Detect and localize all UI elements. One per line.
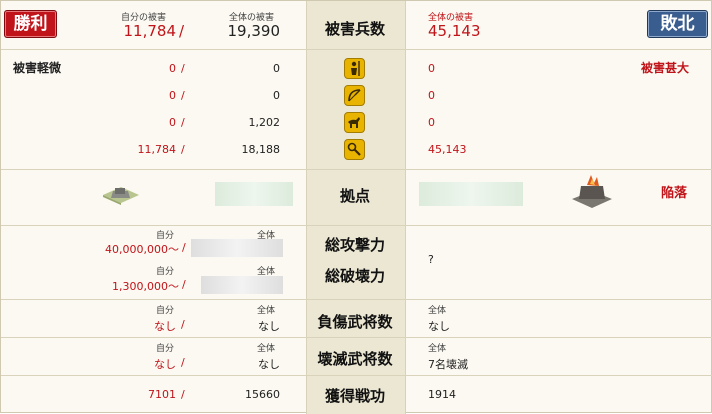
own-merit-value: 7101 — [148, 388, 176, 401]
damage-own: 11,784 — [137, 143, 177, 156]
slash: / — [181, 62, 185, 75]
own-annihilated-value: なし — [154, 358, 176, 371]
own-destroy-value: 1,300,000～ — [112, 280, 179, 293]
cavalry-icon — [344, 112, 365, 133]
archer-icon — [344, 85, 365, 106]
total-wounded-value: なし — [258, 320, 280, 333]
base-title: 拠点 — [339, 187, 370, 205]
divider — [1, 375, 712, 376]
divider — [1, 299, 712, 300]
left-status: 被害軽微 — [13, 61, 62, 75]
slash: / — [182, 278, 186, 291]
slash: / — [181, 116, 185, 129]
damage-own: 0 — [169, 62, 176, 75]
enemy-attack-value: ? — [428, 253, 434, 266]
own-label: 自分 — [156, 267, 175, 277]
divider — [1, 225, 712, 226]
own-castle-icon — [100, 184, 142, 208]
damage-title: 被害兵数 — [324, 20, 385, 38]
total-merit-value: 15660 — [245, 388, 280, 401]
slash: / — [181, 388, 185, 401]
damage-own: 0 — [169, 89, 176, 102]
merit-title: 獲得戦功 — [324, 387, 385, 405]
damage-own: 0 — [169, 116, 176, 129]
total-destroy-value — [201, 276, 283, 294]
divider — [1, 49, 712, 50]
divider — [1, 337, 712, 338]
enemy-annihilated-value: 7名壊滅 — [428, 358, 468, 371]
own-label: 自分 — [156, 231, 175, 241]
fallen-status: 陥落 — [661, 186, 688, 201]
slash: / — [179, 22, 185, 40]
total-label: 全体 — [257, 344, 276, 354]
slash: / — [181, 318, 185, 331]
slash: / — [181, 356, 185, 369]
own-attack-value: 40,000,000～ — [105, 243, 179, 256]
annihilated-title: 壊滅武将数 — [317, 350, 393, 368]
siege-icon — [344, 139, 365, 160]
own-wounded-value: なし — [154, 320, 176, 333]
defeat-badge: 敗北 — [647, 10, 708, 38]
damage-enemy: 0 — [428, 89, 435, 102]
damage-total: 0 — [273, 62, 280, 75]
victory-badge: 勝利 — [4, 10, 57, 38]
enemy-total-label: 全体 — [428, 306, 447, 316]
right-status: 被害甚大 — [641, 61, 690, 75]
enemy-base-name — [419, 182, 523, 206]
slash: / — [181, 143, 185, 156]
enemy-damage-value: 45,143 — [428, 22, 481, 40]
wounded-title: 負傷武将数 — [317, 313, 393, 331]
own-label: 自分 — [156, 306, 175, 316]
total-attack-value — [191, 239, 283, 257]
total-annihilated-value: なし — [258, 358, 280, 371]
total-attack-title: 総攻撃力 — [324, 236, 385, 254]
damage-total: 1,202 — [248, 116, 281, 129]
enemy-merit-value: 1914 — [428, 388, 456, 401]
total-destroy-title: 総破壊力 — [324, 267, 385, 285]
fallen-castle-icon — [569, 171, 615, 211]
damage-enemy: 45,143 — [428, 143, 467, 156]
divider — [1, 169, 712, 170]
enemy-total-label: 全体 — [428, 344, 447, 354]
damage-total: 0 — [273, 89, 280, 102]
slash: / — [181, 89, 185, 102]
own-base-name — [215, 182, 293, 206]
damage-total: 18,188 — [241, 143, 281, 156]
slash: / — [182, 241, 186, 254]
own-label: 自分 — [156, 344, 175, 354]
own-damage-value: 11,784 — [123, 22, 177, 40]
battle-report: 勝利 敗北 自分の被害 全体の被害 11,784 / 19,390 被害兵数 全… — [0, 0, 712, 414]
enemy-wounded-value: なし — [428, 320, 450, 333]
total-label: 全体 — [257, 306, 276, 316]
spearman-icon — [344, 58, 365, 79]
damage-enemy: 0 — [428, 116, 435, 129]
damage-enemy: 0 — [428, 62, 435, 75]
total-damage-value: 19,390 — [227, 22, 281, 40]
